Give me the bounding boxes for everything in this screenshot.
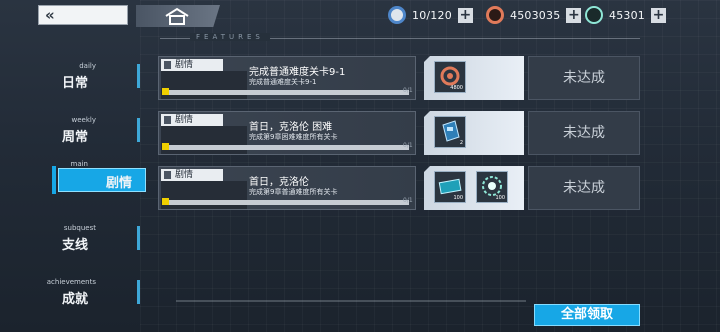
progress-marker	[162, 88, 169, 95]
tab-main[interactable]: main 剧情	[52, 160, 146, 208]
tab-en-label: subquest	[63, 224, 96, 232]
tab-label: 周常	[62, 130, 89, 145]
gem-value: 45301	[609, 8, 645, 22]
bottom-divider	[176, 300, 526, 302]
ticket-icon[interactable]: 100	[434, 171, 466, 203]
progress-marker	[162, 143, 169, 150]
mission-status: 未达成	[528, 166, 640, 210]
tab-en-label: daily	[79, 62, 96, 70]
reward-count: 4800	[450, 85, 463, 91]
mission-title: 完成普通难度关卡9-1	[249, 67, 346, 78]
tab-subquest[interactable]: subquest 支线	[52, 218, 140, 258]
tab-edge	[137, 118, 140, 142]
claim-all-button[interactable]: 全部领取	[534, 304, 640, 326]
tab-achievements[interactable]: achievements 成就	[47, 272, 140, 312]
progress-bar	[169, 90, 409, 95]
mission-tag: 剧情	[161, 169, 223, 181]
mission-title: 首日，克洛伦	[249, 177, 309, 188]
tab-label: 剧情	[106, 176, 133, 191]
back-button[interactable]: «	[38, 5, 128, 25]
home-button[interactable]	[136, 5, 220, 27]
mission-progress: 0/1	[403, 142, 413, 149]
active-tab-indicator	[52, 166, 56, 194]
gem-resource: 45301 +	[585, 5, 666, 25]
progress-marker	[162, 198, 169, 205]
reward-panel: 2	[424, 111, 524, 155]
stamina-value: 10/120	[412, 8, 452, 22]
tab-en-label: achievements	[46, 278, 96, 286]
mission-row: 剧情 首日，克洛伦 完成第9章普通难度所有关卡 0/1 100 100 未达成	[158, 166, 640, 210]
tab-edge	[137, 64, 140, 88]
tab-edge	[137, 226, 140, 250]
gem-icon[interactable]: 100	[476, 171, 508, 203]
tab-label: 支线	[62, 238, 89, 253]
gear-coin-icon[interactable]: 4800	[434, 61, 466, 93]
mission-status: 未达成	[528, 111, 640, 155]
mission-info: 剧情 首日，克洛伦 困难 完成第9章困难难度所有关卡 0/1	[158, 111, 416, 155]
home-icon	[165, 7, 189, 25]
mission-title: 首日，克洛伦 困难	[249, 122, 333, 133]
mission-row: 剧情 首日，克洛伦 困难 完成第9章困难难度所有关卡 0/1 2 未达成	[158, 111, 640, 155]
tab-en-label: weekly	[71, 116, 96, 124]
mission-info: 剧情 完成普通难度关卡9-1 完成普通难度关卡9-1 0/1	[158, 56, 416, 100]
tab-edge	[137, 280, 140, 304]
gem-icon	[585, 6, 603, 24]
mission-subtitle: 完成普通难度关卡9-1	[249, 78, 317, 86]
chip-card-icon[interactable]: 2	[434, 116, 466, 148]
add-stamina-button[interactable]: +	[457, 7, 473, 23]
active-tab-box	[58, 168, 146, 192]
progress-bar	[169, 145, 409, 150]
tab-label: 日常	[62, 76, 89, 91]
stamina-resource: 10/120 +	[388, 5, 473, 25]
tab-daily[interactable]: daily 日常	[52, 56, 140, 96]
add-coins-button[interactable]: +	[566, 7, 582, 23]
progress-bar	[169, 200, 409, 205]
coin-gear-icon	[486, 6, 504, 24]
coin-resource: 4503035 +	[486, 5, 582, 25]
stamina-icon	[388, 6, 406, 24]
reward-count: 100	[495, 195, 505, 201]
tab-label: 成就	[62, 292, 89, 307]
mission-progress: 0/1	[403, 197, 413, 204]
category-sidebar: daily 日常 weekly 周常 main 剧情 subquest 支线 a…	[0, 50, 146, 332]
tab-en-label: main	[70, 160, 89, 168]
reward-panel: 4800	[424, 56, 524, 100]
mission-tag: 剧情	[161, 59, 223, 71]
mission-info: 剧情 首日，克洛伦 完成第9章普通难度所有关卡 0/1	[158, 166, 416, 210]
mission-status: 未达成	[528, 56, 640, 100]
reward-panel: 100 100	[424, 166, 524, 210]
reward-count: 100	[453, 195, 463, 201]
mission-progress: 0/1	[403, 87, 413, 94]
tab-weekly[interactable]: weekly 周常	[52, 110, 140, 150]
section-label: FEATURES	[190, 33, 270, 41]
mission-subtitle: 完成第9章普通难度所有关卡	[249, 188, 338, 196]
mission-row: 剧情 完成普通难度关卡9-1 完成普通难度关卡9-1 0/1 4800 未达成	[158, 56, 640, 100]
mission-tag: 剧情	[161, 114, 223, 126]
mission-subtitle: 完成第9章困难难度所有关卡	[249, 133, 338, 141]
coin-value: 4503035	[510, 8, 561, 22]
reward-count: 2	[459, 140, 463, 146]
add-gems-button[interactable]: +	[651, 7, 666, 23]
